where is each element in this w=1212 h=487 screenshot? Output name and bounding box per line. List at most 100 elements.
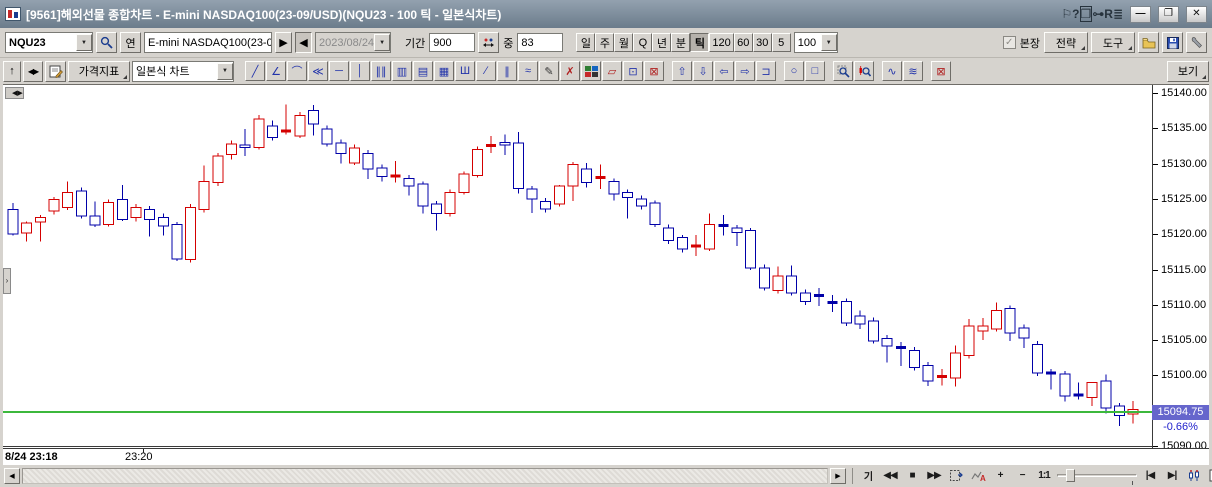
chart-type-dropdown-icon[interactable]	[217, 63, 233, 80]
fast-backward-button[interactable]: ◀◀	[881, 467, 899, 485]
period-extend-button[interactable]	[478, 32, 499, 53]
interval-button-30[interactable]: 30	[753, 33, 772, 52]
exit-marker-tool-icon[interactable]: ⊐	[756, 61, 776, 81]
arrow-left-tool-icon[interactable]: ⇦	[714, 61, 734, 81]
chart-type-combo[interactable]: 일본식 차트	[132, 61, 234, 82]
eraser-tool-icon[interactable]: ▱	[602, 61, 622, 81]
wave-line-tool-icon[interactable]: ≈	[518, 61, 538, 81]
table-tool-icon[interactable]: ▤	[413, 61, 433, 81]
settings-button[interactable]	[1186, 32, 1207, 53]
interval-button-일[interactable]: 일	[576, 33, 595, 52]
scroll-left-button[interactable]: ◀	[4, 468, 20, 484]
arc-tool-icon[interactable]: ⌒	[287, 61, 307, 81]
minimize-button[interactable]: —	[1130, 6, 1151, 23]
interval-button-월[interactable]: 월	[614, 33, 633, 52]
vertical-line-tool-icon[interactable]: │	[350, 61, 370, 81]
tick-count-combo[interactable]: 100	[794, 32, 838, 53]
stop-button[interactable]: ■	[903, 467, 921, 485]
list-box-tool-icon[interactable]: ▦	[434, 61, 454, 81]
symbol-combo[interactable]: NQU23	[5, 32, 93, 53]
strategy-button[interactable]: 전략	[1044, 32, 1088, 53]
fast-forward-button[interactable]: ▶▶	[925, 467, 943, 485]
tools-button[interactable]: 도구	[1091, 32, 1135, 53]
session-checkbox[interactable]: ✓	[1003, 36, 1016, 49]
symbol-dropdown-icon[interactable]	[76, 34, 92, 51]
palette-tool-icon[interactable]	[581, 61, 601, 81]
count-input[interactable]	[517, 33, 563, 52]
chart-edit-button[interactable]	[45, 61, 66, 82]
scale-up-button[interactable]: ↑	[3, 61, 21, 82]
chart-edit-button[interactable]	[1207, 467, 1212, 485]
maximize-button[interactable]: ❐	[1158, 6, 1179, 23]
analysis-setting-tool-icon[interactable]: ✗	[560, 61, 580, 81]
go-last-button[interactable]: ▶|	[1163, 467, 1181, 485]
fan-line-tool-icon[interactable]: ≪	[308, 61, 328, 81]
interval-button-주[interactable]: 주	[595, 33, 614, 52]
candle-style-button[interactable]	[1185, 467, 1203, 485]
zoom-in-button[interactable]: +	[991, 467, 1009, 485]
arrow-up-tool-icon[interactable]: ⇧	[672, 61, 692, 81]
angle-line-tool-icon[interactable]: ∠	[266, 61, 286, 81]
next-contract-button[interactable]: ▶	[275, 32, 292, 53]
parallel-line-tool-icon[interactable]: ∥	[497, 61, 517, 81]
interval-button-년[interactable]: 년	[652, 33, 671, 52]
pin-icon[interactable]: ⊶	[1092, 7, 1104, 21]
zoom-out-button[interactable]: −	[1013, 467, 1031, 485]
prev-contract-button[interactable]: ◀	[295, 32, 312, 53]
price-axis[interactable]: 15140.0015135.0015130.0015125.0015120.00…	[1152, 85, 1209, 448]
interval-button-120[interactable]: 120	[709, 33, 733, 52]
cycle-line-tool-icon[interactable]: ∥∥	[371, 61, 391, 81]
circle-tool-icon[interactable]: ○	[784, 61, 804, 81]
zoom-candle-tool-icon[interactable]	[854, 61, 874, 81]
rectangle-tool-icon[interactable]: □	[805, 61, 825, 81]
r-mode-icon[interactable]: R	[1104, 7, 1113, 21]
grid-line-tool-icon[interactable]: ▥	[392, 61, 412, 81]
zoom-slider[interactable]	[1057, 468, 1137, 483]
flag-icon[interactable]: ⚐	[1061, 7, 1072, 21]
scroll-right-button[interactable]: ▶	[830, 468, 846, 484]
go-first-button[interactable]: |◀	[1141, 467, 1159, 485]
compare-chart-tool-icon[interactable]: ≋	[903, 61, 923, 81]
zoom-area-tool-icon[interactable]	[833, 61, 853, 81]
view-button[interactable]: 보기	[1167, 61, 1209, 82]
slider-handle[interactable]	[1066, 469, 1075, 482]
period-input[interactable]	[429, 33, 475, 52]
price-indicator-button[interactable]: 가격지표	[68, 61, 130, 82]
chart-close-tool-icon[interactable]: ⊠	[931, 61, 951, 81]
window-list-icon[interactable]: ≣	[1113, 7, 1123, 21]
arrow-down-tool-icon[interactable]: ⇩	[693, 61, 713, 81]
instrument-field[interactable]: E-mini NASDAQ100(23-0	[144, 32, 272, 53]
tick-count-dropdown-icon[interactable]	[821, 34, 837, 51]
close-button[interactable]: ✕	[1186, 6, 1207, 23]
restore-window-icon[interactable]: ❐	[1080, 6, 1093, 22]
point-line-tool-icon[interactable]: ∕	[476, 61, 496, 81]
symbol-search-button[interactable]	[96, 32, 117, 53]
channel-tool-icon[interactable]: Ш	[455, 61, 475, 81]
horizontal-line-tool-icon[interactable]: ─	[329, 61, 349, 81]
chart-scale-button[interactable]: A	[969, 467, 987, 485]
arrow-right-tool-icon[interactable]: ⇨	[735, 61, 755, 81]
open-chart-button[interactable]	[1138, 32, 1159, 53]
interval-button-5[interactable]: 5	[772, 33, 791, 52]
trend-line-tool-icon[interactable]: ╱	[245, 61, 265, 81]
titlebar[interactable]: [9561]해외선물 종합차트 - E-mini NASDAQ100(23-09…	[0, 0, 1212, 28]
interval-button-60[interactable]: 60	[734, 33, 753, 52]
auto-scroll-button[interactable]	[947, 467, 965, 485]
pane-expand-button[interactable]: ◀▶	[5, 87, 24, 99]
date-dropdown-icon[interactable]	[374, 34, 390, 51]
expand-width-button[interactable]: ◀▶	[23, 61, 43, 82]
interval-button-틱[interactable]: 틱	[690, 33, 709, 52]
gi-button[interactable]: 기	[859, 467, 877, 485]
continuous-contract-button[interactable]: 연	[120, 32, 141, 53]
mini-line-chart-tool-icon[interactable]: ∿	[882, 61, 902, 81]
date-combo[interactable]: 2023/08/24	[315, 32, 391, 53]
candlestick-plot[interactable]	[3, 85, 1152, 448]
left-splitter-handle[interactable]: ›	[3, 268, 11, 294]
help-icon[interactable]: ?	[1072, 7, 1079, 21]
interval-button-분[interactable]: 분	[671, 33, 690, 52]
chart-scrollbar-track[interactable]	[22, 468, 828, 484]
interval-button-Q[interactable]: Q	[633, 33, 652, 52]
delete-all-tool-icon[interactable]: ⊠	[644, 61, 664, 81]
pencil-tool-icon[interactable]: ✎	[539, 61, 559, 81]
save-chart-button[interactable]	[1162, 32, 1183, 53]
